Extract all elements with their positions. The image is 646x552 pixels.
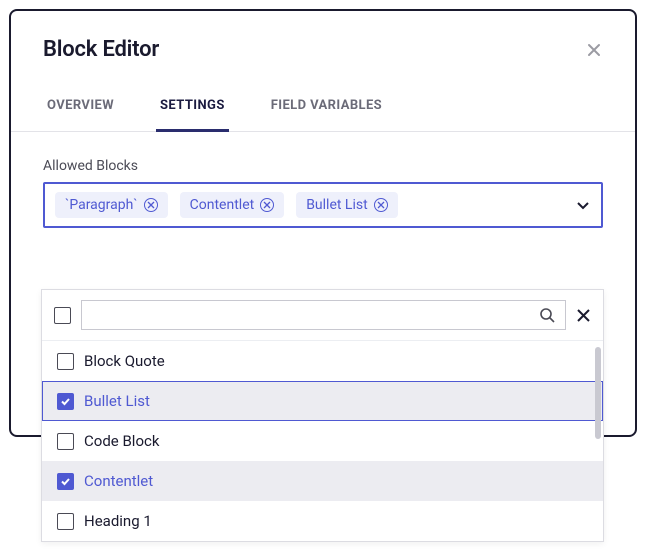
option-checkbox[interactable] [57,513,74,530]
field-label: Allowed Blocks [43,158,603,174]
dialog-header: Block Editor [11,11,635,80]
option-checkbox[interactable] [57,353,74,370]
search-input[interactable] [92,307,531,323]
option-item[interactable]: Code Block [42,421,603,461]
chip-remove-icon[interactable] [144,198,158,212]
tab-bar: OVERVIEW SETTINGS FIELD VARIABLES [11,80,635,132]
options-dropdown: Block Quote Bullet List Code Block Conte… [41,289,604,542]
option-label: Block Quote [84,352,165,370]
option-label: Code Block [84,432,159,450]
option-item[interactable]: Contentlet [42,461,603,501]
chip: Bullet List [296,192,397,218]
chip-label: Contentlet [190,197,255,213]
selected-chips: `Paragraph` Contentlet Bullet List [55,192,565,218]
search-input-wrap [81,300,566,330]
dialog-title: Block Editor [43,37,159,62]
options-list: Block Quote Bullet List Code Block Conte… [42,340,603,541]
option-item[interactable]: Bullet List [42,381,603,421]
scrollbar-thumb[interactable] [595,347,601,439]
option-label: Bullet List [84,392,150,410]
chip: `Paragraph` [55,192,168,218]
tab-field-variables[interactable]: FIELD VARIABLES [267,80,386,132]
chip-remove-icon[interactable] [260,198,274,212]
option-checkbox[interactable] [57,473,74,490]
select-all-checkbox[interactable] [54,307,71,324]
chip: Contentlet [180,192,285,218]
option-checkbox[interactable] [57,433,74,450]
chevron-down-icon[interactable] [575,197,591,213]
chip-label: Bullet List [306,197,367,213]
option-checkbox[interactable] [57,393,74,410]
dropdown-search-row [42,290,603,340]
search-icon[interactable] [539,307,555,323]
option-label: Heading 1 [84,512,152,530]
tab-settings[interactable]: SETTINGS [156,80,229,132]
chip-label: `Paragraph` [65,197,138,213]
chip-remove-icon[interactable] [374,198,388,212]
option-item[interactable]: Block Quote [42,341,603,381]
option-item[interactable]: Heading 1 [42,501,603,541]
close-icon[interactable] [576,308,591,323]
tab-overview[interactable]: OVERVIEW [43,80,118,132]
option-label: Contentlet [84,472,153,490]
panel-content: Allowed Blocks `Paragraph` Contentlet Bu… [11,132,635,228]
allowed-blocks-select[interactable]: `Paragraph` Contentlet Bullet List [43,182,603,228]
close-icon[interactable] [585,41,603,59]
